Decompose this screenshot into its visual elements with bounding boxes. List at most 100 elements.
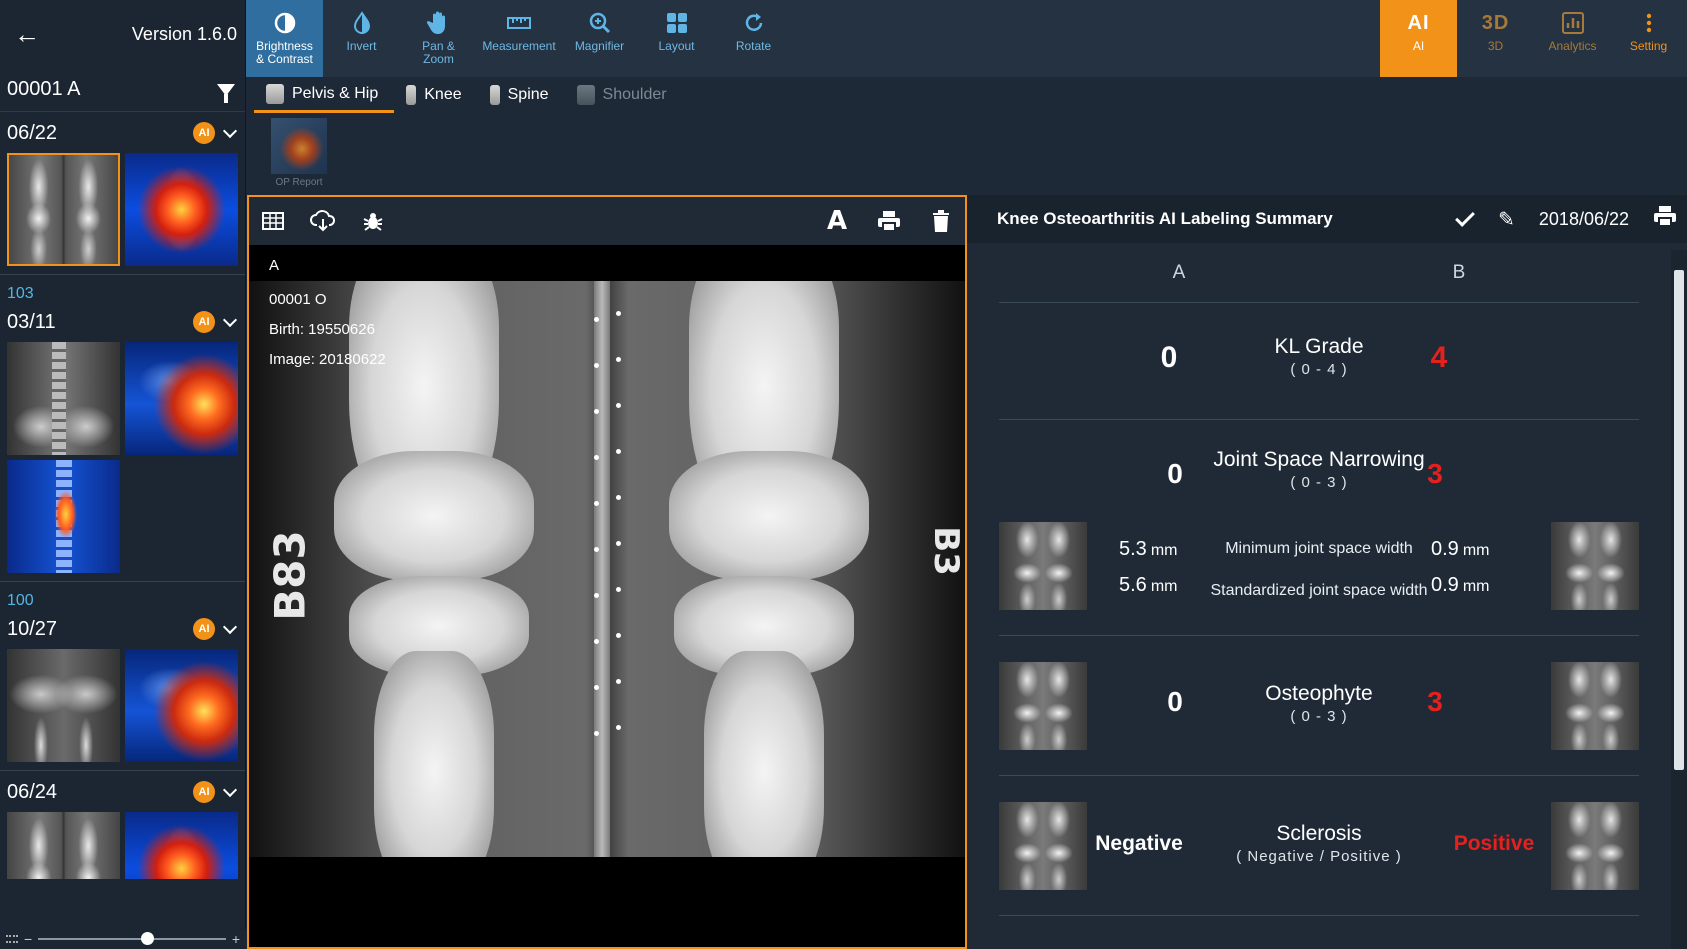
app-version: Version 1.6.0 xyxy=(131,23,237,44)
study-number: 100 xyxy=(7,592,34,609)
spine-icon xyxy=(489,85,500,105)
knee-thumbnail-b[interactable] xyxy=(1551,662,1639,750)
study-header[interactable]: 06/22 AI xyxy=(0,116,245,150)
chevron-down-icon[interactable] xyxy=(222,782,238,797)
analytics-icon xyxy=(1560,10,1586,36)
brightness-contrast-tool[interactable]: Brightness & Contrast xyxy=(246,0,323,77)
3d-icon: 3D xyxy=(1481,11,1510,34)
scrollbar-thumb[interactable] xyxy=(1674,270,1684,770)
knee-thumbnail-b[interactable] xyxy=(1551,522,1639,610)
tab-pelvis-hip[interactable]: Pelvis & Hip xyxy=(254,77,395,113)
study-date: 10/27 xyxy=(7,617,58,640)
body-part-tabs: Pelvis & Hip Knee Spine Shoulder xyxy=(246,77,1687,115)
kl-grade-b-value: 4 xyxy=(1430,341,1448,374)
jsn-b-value: 3 xyxy=(1427,458,1443,489)
patient-row: 00001 A xyxy=(0,68,245,112)
filter-icon[interactable] xyxy=(217,83,235,103)
chevron-down-icon[interactable] xyxy=(222,619,238,634)
more-vertical-icon xyxy=(1636,10,1662,36)
min-width-label: Minimum joint space width xyxy=(1225,540,1413,557)
tab-label: Spine xyxy=(507,86,549,103)
tab-label: Pelvis & Hip xyxy=(292,84,379,102)
study-thumbnail-knee-xray[interactable] xyxy=(7,812,120,879)
setting-tool[interactable]: Setting xyxy=(1610,0,1687,77)
measurement-tool[interactable]: Measurement xyxy=(477,0,561,77)
shoulder-icon xyxy=(576,85,595,105)
edit-pencil-icon[interactable]: ✎ xyxy=(1498,207,1515,232)
invert-tool[interactable]: Invert xyxy=(323,0,400,77)
tool-label: Pan & Zoom xyxy=(422,39,455,66)
annotation-font-button[interactable]: A xyxy=(823,206,851,236)
knee-thumbnail-b[interactable] xyxy=(1551,802,1639,890)
image-date-line: Image: 20180622 xyxy=(269,351,386,368)
study-thumbnail-knee-xray[interactable] xyxy=(7,153,120,266)
trash-icon[interactable] xyxy=(927,207,955,235)
series-label: A xyxy=(269,257,280,274)
summary-scrollbar[interactable] xyxy=(1671,250,1687,949)
op-report[interactable]: OP Report xyxy=(271,118,327,188)
study-thumbnail-pelvis-xray[interactable] xyxy=(7,649,120,762)
tab-knee[interactable]: Knee xyxy=(394,77,477,113)
analytics-tool[interactable]: Analytics xyxy=(1534,0,1611,77)
op-report-label: OP Report xyxy=(275,177,323,188)
zoom-in-icon[interactable]: + xyxy=(232,932,240,946)
knee-thumbnail-a[interactable] xyxy=(999,662,1087,750)
study-thumbnail-knee-ai[interactable] xyxy=(125,812,238,879)
column-b-label: B xyxy=(1452,261,1466,283)
knee-thumbnail-a[interactable] xyxy=(999,522,1087,610)
knee-thumbnail-a[interactable] xyxy=(999,802,1087,890)
grid-icon[interactable] xyxy=(6,935,18,943)
thumbnail-zoom-slider[interactable] xyxy=(38,932,226,945)
tab-label: Knee xyxy=(424,86,462,103)
ai-icon: AI xyxy=(1407,11,1430,34)
tool-label: 3D xyxy=(1487,39,1504,53)
study-header[interactable]: 06/24 AI xyxy=(0,775,245,809)
knee-icon xyxy=(406,85,417,105)
confirm-check-icon[interactable] xyxy=(1455,207,1476,227)
std-width-label: Standardized joint space width xyxy=(1210,582,1428,599)
study-thumbnail-knee-ai[interactable] xyxy=(125,153,238,266)
ai-tool[interactable]: AI AI xyxy=(1380,0,1457,77)
brightness-icon xyxy=(272,10,298,36)
column-a-label: A xyxy=(1172,261,1186,283)
back-arrow-icon[interactable]: ← xyxy=(14,19,40,50)
op-report-thumbnail[interactable] xyxy=(271,118,327,174)
tab-spine[interactable]: Spine xyxy=(478,77,565,113)
study-group: 06/24 AI xyxy=(0,775,245,887)
rotate-tool[interactable]: Rotate xyxy=(715,0,792,77)
zoom-out-icon[interactable]: − xyxy=(24,932,32,946)
tab-label: Shoulder xyxy=(602,86,667,103)
bug-icon[interactable] xyxy=(359,207,387,235)
hand-icon xyxy=(426,10,452,36)
slider-handle[interactable] xyxy=(141,932,154,945)
tool-label: Rotate xyxy=(735,39,772,53)
sclerosis-metric: Sclerosis ( Negative / Positive ) xyxy=(1179,822,1459,865)
tool-label: Brightness & Contrast xyxy=(256,39,313,66)
image-viewer[interactable]: A A B83 B3 00001 O Birth: 19550626 Image… xyxy=(247,195,967,949)
metric-range: ( Negative / Positive ) xyxy=(1236,848,1402,865)
study-thumbnail-spine-xray[interactable] xyxy=(7,342,120,455)
min-width-b: 0.9 mm xyxy=(1431,538,1490,560)
chevron-down-icon[interactable] xyxy=(222,312,238,327)
print-icon[interactable] xyxy=(1653,205,1677,233)
summary-table: A B 0 KL Grade ( 0 - 4 ) 4 0 Joint Space… xyxy=(999,243,1639,916)
chevron-down-icon[interactable] xyxy=(222,123,238,138)
summary-header: Knee Osteoarthritis AI Labeling Summary … xyxy=(967,195,1687,243)
study-thumbnail-hip-ai[interactable] xyxy=(125,342,238,455)
thumbnail-zoom-bar: − + xyxy=(0,929,246,949)
pelvis-icon xyxy=(266,83,284,104)
layout-tool[interactable]: Layout xyxy=(638,0,715,77)
pan-zoom-tool[interactable]: Pan & Zoom xyxy=(400,0,477,77)
magnifier-tool[interactable]: Magnifier xyxy=(561,0,638,77)
table-grid-icon[interactable] xyxy=(259,207,287,235)
study-thumbnail-spine-ai[interactable] xyxy=(7,460,120,573)
tab-shoulder[interactable]: Shoulder xyxy=(565,77,683,113)
sclerosis-a-value: Negative xyxy=(1095,832,1183,855)
study-header[interactable]: 03/11 AI xyxy=(0,305,245,339)
3d-tool[interactable]: 3D 3D xyxy=(1457,0,1534,77)
cloud-download-icon[interactable] xyxy=(309,207,337,235)
study-header[interactable]: 10/27 AI xyxy=(0,612,245,646)
print-icon[interactable] xyxy=(875,207,903,235)
study-thumbnail-hip-ai[interactable] xyxy=(125,649,238,762)
main-toolbar: Brightness & Contrast Invert Pan & Zoom Me… xyxy=(246,0,1687,77)
